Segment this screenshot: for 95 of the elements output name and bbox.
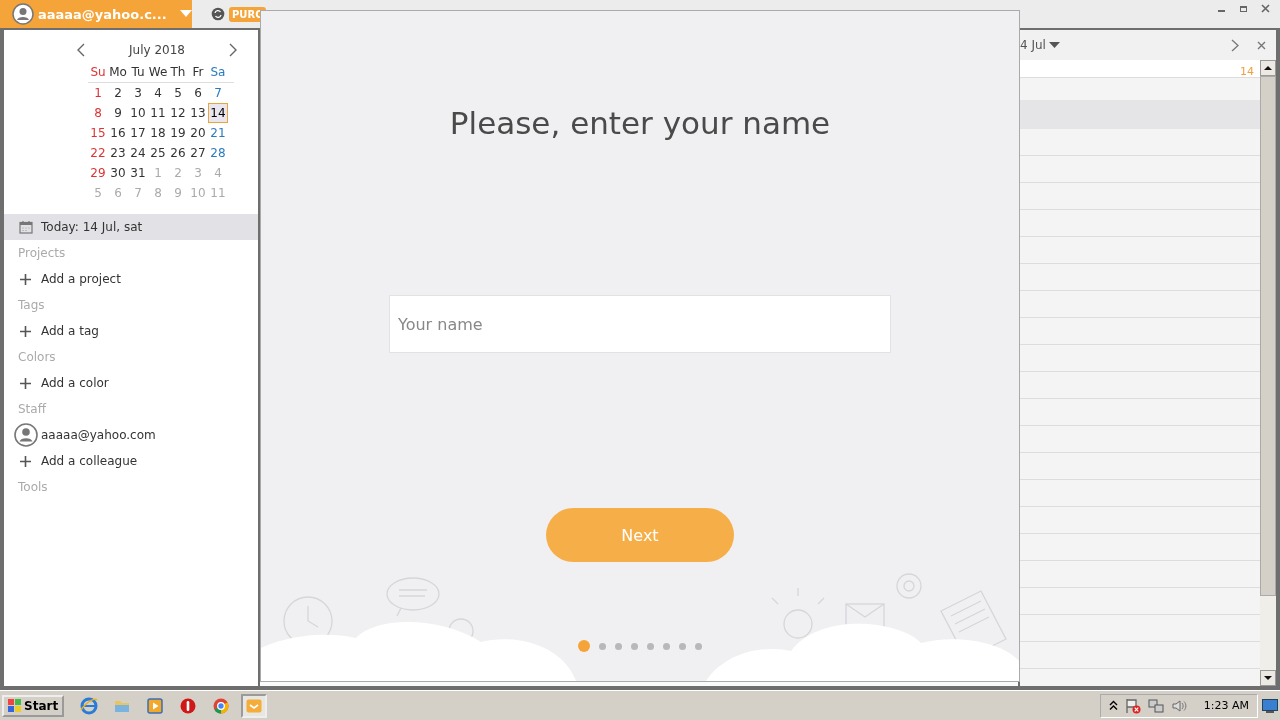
calendar-day[interactable]: 24 (128, 143, 148, 163)
calendar-day[interactable]: 16 (108, 123, 128, 143)
calendar-day[interactable]: 2 (108, 83, 128, 103)
scrollbar[interactable] (1260, 60, 1276, 686)
page-dot[interactable] (578, 640, 590, 652)
user-icon (14, 423, 38, 447)
add-item[interactable]: Add a colleague (4, 448, 258, 474)
stop-icon (179, 696, 198, 715)
calendar-day[interactable]: 18 (148, 123, 168, 143)
page-dot[interactable] (647, 642, 654, 650)
close-icon[interactable] (1261, 4, 1270, 13)
network-icon[interactable] (1147, 697, 1164, 714)
weekday-label: Mo (108, 64, 128, 81)
windows-logo-icon (8, 698, 22, 713)
page-dot[interactable] (599, 642, 606, 650)
calendar-day[interactable]: 15 (88, 123, 108, 143)
caret-icon[interactable] (1048, 41, 1060, 49)
section-header: Projects (17, 245, 67, 262)
taskbar-app[interactable] (241, 693, 268, 718)
calendar-day[interactable]: 22 (88, 143, 108, 163)
show-hidden-icon[interactable] (1108, 700, 1118, 711)
restore-icon[interactable] (1239, 4, 1248, 13)
calendar-day[interactable]: 8 (88, 103, 108, 123)
page-dot[interactable] (631, 642, 638, 650)
next-month-icon[interactable] (228, 43, 238, 57)
calendar-day[interactable]: 26 (168, 143, 188, 163)
calendar-day[interactable]: 28 (208, 143, 228, 163)
weekday-label: We (148, 64, 168, 81)
weekday-label: Th (169, 64, 187, 81)
flag-icon[interactable] (1124, 697, 1141, 714)
start-button[interactable]: Start (2, 694, 65, 717)
calendar-icon (19, 220, 33, 234)
add-item[interactable]: Add a tag (4, 318, 258, 344)
show-desktop-icon[interactable] (1262, 698, 1278, 713)
calendar-day[interactable]: 23 (108, 143, 128, 163)
calendar-day[interactable]: 1 (88, 83, 108, 103)
scroll-up-icon[interactable] (1260, 60, 1276, 76)
calendar-day[interactable]: 31 (128, 163, 148, 183)
calendar-day[interactable]: 4 (148, 83, 168, 103)
calendar-day[interactable]: 27 (188, 143, 208, 163)
user-icon (12, 3, 34, 25)
close-icon[interactable] (1257, 40, 1266, 50)
section-header: Tags (17, 297, 46, 314)
calendar-day[interactable]: 9 (108, 103, 128, 123)
weekday-label: Sa (209, 64, 227, 81)
calendar-day[interactable]: 30 (108, 163, 128, 183)
calendar-day[interactable]: 3 (128, 83, 148, 103)
weekday-label: Tu (130, 64, 146, 81)
add-item[interactable]: Add a color (4, 370, 258, 396)
calendar-day[interactable]: 17 (128, 123, 148, 143)
plus-icon (20, 455, 31, 467)
previous-month-icon[interactable] (76, 43, 86, 57)
section-header: Tools (17, 479, 49, 496)
calendar-day[interactable]: 7 (208, 83, 228, 103)
date-selector[interactable]: 4 Jul (1020, 38, 1046, 52)
day-number: 14 (1240, 65, 1254, 78)
next-icon[interactable] (1231, 38, 1239, 52)
calendar-day[interactable]: 11 (148, 103, 168, 123)
calendar-day[interactable]: 14 (208, 103, 228, 123)
clock[interactable]: 1:23 AM (1203, 699, 1249, 712)
page-dot[interactable] (695, 642, 702, 650)
page-dot[interactable] (679, 642, 686, 650)
calendar-day[interactable]: 25 (148, 143, 168, 163)
weekday-label: Su (89, 64, 107, 81)
plus-icon (20, 325, 31, 337)
month-title: July 2018 (129, 43, 185, 57)
calendar-day[interactable]: 21 (208, 123, 228, 143)
scroll-down-icon[interactable] (1260, 670, 1276, 686)
section-header: Colors (17, 349, 57, 366)
speaker-icon[interactable] (1170, 697, 1187, 714)
dialog-title: Please, enter your name (449, 105, 831, 141)
caret-icon (180, 10, 192, 18)
chrome-icon (212, 696, 231, 715)
plus-icon (20, 273, 31, 285)
sync-icon[interactable] (211, 7, 225, 21)
page-dot[interactable] (663, 642, 670, 650)
account-email: aaaaa@yahoo.c... (38, 6, 168, 22)
calendar-day[interactable]: 29 (88, 163, 108, 183)
calendar-day[interactable]: 13 (188, 103, 208, 123)
media-player-icon (146, 696, 165, 715)
add-item[interactable]: Add a project (4, 266, 258, 292)
section-header: Staff (17, 401, 48, 418)
browser-icon (80, 696, 99, 715)
page-dot[interactable] (615, 642, 622, 650)
calendar-day[interactable]: 10 (128, 103, 148, 123)
calendar-day[interactable]: 5 (168, 83, 188, 103)
calendar-day[interactable]: 19 (168, 123, 188, 143)
weekday-label: Fr (191, 64, 205, 81)
name-field[interactable]: Your name (389, 295, 891, 353)
calendar-day[interactable]: 6 (188, 83, 208, 103)
calendar-day[interactable]: 12 (168, 103, 188, 123)
today-item[interactable]: Today: 14 Jul, sat (4, 214, 258, 240)
staff-item[interactable]: aaaaa@yahoo.com (4, 422, 258, 448)
plus-icon (20, 377, 31, 389)
calendar-day[interactable]: 20 (188, 123, 208, 143)
